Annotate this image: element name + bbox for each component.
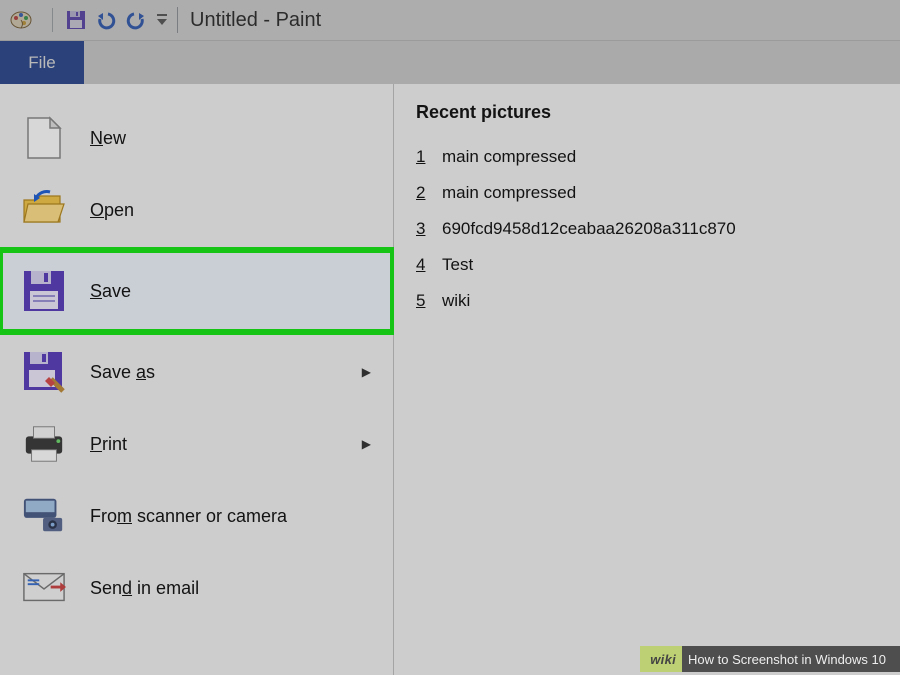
menu-item-open[interactable]: Open (0, 174, 393, 246)
new-document-icon (22, 116, 66, 160)
recent-item[interactable]: 1 main compressed (416, 139, 878, 175)
menu-label-open: Open (90, 200, 134, 221)
title-separator (177, 7, 178, 33)
recent-num: 4 (416, 255, 428, 275)
recent-name: 690fcd9458d12ceabaa26208a311c870 (442, 219, 736, 239)
printer-icon (22, 422, 66, 466)
qat-customize-button[interactable] (153, 7, 171, 33)
floppy-icon (66, 10, 86, 30)
caption-bar: wiki How to Screenshot in Windows 10 (640, 646, 900, 672)
menu-label-save-as: Save as (90, 362, 155, 383)
open-folder-icon (22, 188, 66, 232)
email-icon (22, 566, 66, 610)
menu-item-scanner[interactable]: From scanner or camera (0, 480, 393, 552)
chevron-right-icon: ▶ (362, 437, 371, 451)
paint-app-icon[interactable] (8, 7, 34, 33)
floppy-save-icon (22, 269, 66, 313)
menu-item-save-as[interactable]: Save as ▶ (0, 336, 393, 408)
recent-name: Test (442, 255, 473, 275)
file-menu-left: New Open (0, 84, 394, 675)
menu-label-email: Send in email (90, 578, 199, 599)
file-menu-panel: New Open (0, 84, 900, 675)
recent-num: 3 (416, 219, 428, 239)
recent-item[interactable]: 4 Test (416, 247, 878, 283)
recent-num: 5 (416, 291, 428, 311)
menu-label-print: Print (90, 434, 127, 455)
document-title: Untitled - Paint (190, 9, 321, 32)
scanner-camera-icon (22, 494, 66, 538)
recent-name: main compressed (442, 183, 576, 203)
recent-header: Recent pictures (416, 102, 878, 123)
recent-name: wiki (442, 291, 470, 311)
qat-save-button[interactable] (63, 7, 89, 33)
qat-separator (52, 8, 53, 32)
file-tab-label: File (28, 53, 55, 73)
chevron-right-icon: ▶ (362, 365, 371, 379)
recent-num: 1 (416, 147, 428, 167)
floppy-save-as-icon (22, 350, 66, 394)
qat-redo-button[interactable] (123, 7, 149, 33)
recent-item[interactable]: 3 690fcd9458d12ceabaa26208a311c870 (416, 211, 878, 247)
title-bar: Untitled - Paint (0, 0, 900, 40)
dropdown-icon (156, 13, 168, 27)
ribbon-tabs: File (0, 40, 900, 84)
recent-panel: Recent pictures 1 main compressed 2 main… (394, 84, 900, 675)
recent-item[interactable]: 2 main compressed (416, 175, 878, 211)
recent-item[interactable]: 5 wiki (416, 283, 878, 319)
menu-label-scanner: From scanner or camera (90, 506, 287, 527)
file-tab[interactable]: File (0, 41, 84, 84)
menu-label-new: New (90, 128, 126, 149)
menu-item-print[interactable]: Print ▶ (0, 408, 393, 480)
qat-undo-button[interactable] (93, 7, 119, 33)
recent-name: main compressed (442, 147, 576, 167)
caption-source: wiki (640, 646, 682, 672)
redo-icon (125, 9, 147, 31)
menu-item-save[interactable]: Save (0, 250, 393, 332)
menu-item-new[interactable]: New (0, 102, 393, 174)
caption-title: How to Screenshot in Windows 10 (682, 646, 900, 672)
menu-item-email[interactable]: Send in email (0, 552, 393, 624)
undo-icon (95, 9, 117, 31)
menu-label-save: Save (90, 281, 131, 302)
recent-num: 2 (416, 183, 428, 203)
